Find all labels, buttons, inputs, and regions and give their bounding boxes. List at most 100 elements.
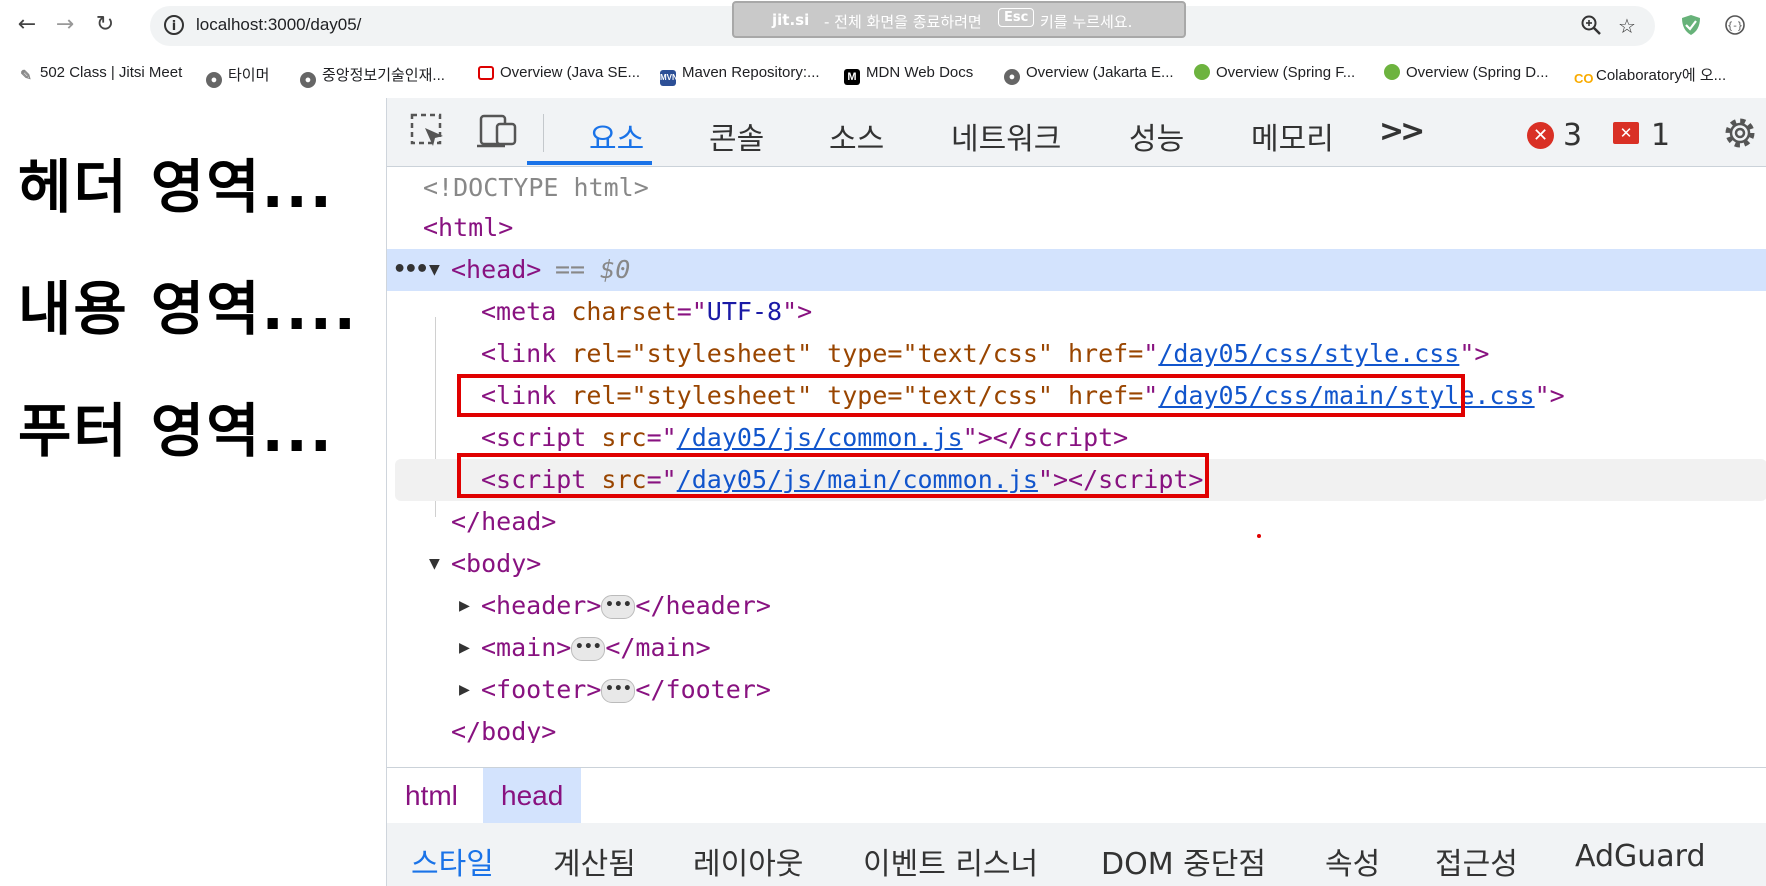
footer-close-tag: </footer> bbox=[635, 675, 771, 704]
main-open-tag: <main> bbox=[481, 633, 572, 662]
bookmark-java-se[interactable]: Overview (Java SE... bbox=[478, 64, 640, 81]
bookmark-jitsi[interactable]: ✎ 502 Class | Jitsi Meet bbox=[18, 64, 182, 83]
spring-icon bbox=[1194, 64, 1210, 80]
ellipsis-icon[interactable]: ••• bbox=[601, 595, 636, 619]
error-icon[interactable]: ✕ bbox=[1527, 122, 1554, 149]
main-close-tag: </main> bbox=[605, 633, 711, 662]
meta-tag: <meta bbox=[481, 297, 557, 326]
ellipsis-icon[interactable]: ••• bbox=[601, 679, 636, 703]
back-icon[interactable]: ← bbox=[12, 10, 42, 40]
tree-row-body-close[interactable]: </body> bbox=[387, 711, 1766, 743]
error-count[interactable]: 3 bbox=[1563, 118, 1582, 153]
bookmark-star-icon[interactable]: ☆ bbox=[1618, 14, 1636, 38]
bookmark-label: Overview (Jakarta E... bbox=[1026, 64, 1174, 81]
selected-node-marker: == $0 bbox=[555, 255, 631, 284]
colab-icon: CO bbox=[1574, 71, 1594, 86]
expand-triangle-icon[interactable]: ▼ bbox=[429, 543, 451, 585]
bookmark-jungang[interactable]: ● 중앙정보기술인재... bbox=[300, 64, 445, 88]
spring-icon bbox=[1384, 64, 1400, 80]
tree-row-main[interactable]: ▶ <main> ••• </main> bbox=[387, 627, 1766, 669]
globe-icon: ● bbox=[206, 72, 222, 88]
toast-message: - 전체 화면을 종료하려면 bbox=[824, 13, 982, 31]
inspect-element-icon[interactable] bbox=[409, 112, 449, 156]
breadcrumb: html head bbox=[387, 767, 1766, 824]
toast-brand: jit.si bbox=[772, 11, 810, 29]
tab-adguard[interactable]: AdGuard bbox=[1575, 839, 1706, 874]
tab-network[interactable]: 네트워크 bbox=[951, 114, 1061, 158]
footer-text: 푸터 영역... bbox=[18, 397, 334, 465]
globe-icon: ● bbox=[300, 72, 316, 88]
tree-row-html[interactable]: <html> bbox=[387, 207, 1766, 249]
tree-row-header[interactable]: ▶ <header> ••• </header> bbox=[387, 585, 1766, 627]
tree-row-doctype[interactable]: <!DOCTYPE html> bbox=[387, 167, 1766, 209]
bookmarks-bar: ✎ 502 Class | Jitsi Meet ● 타이머 ● 중앙정보기술인재..… bbox=[0, 50, 1766, 98]
extension-icon[interactable]: {-} bbox=[1724, 14, 1746, 36]
issues-icon[interactable]: ✕ bbox=[1613, 122, 1639, 144]
collapsed-triangle-icon[interactable]: ▶ bbox=[459, 585, 481, 627]
collapsed-triangle-icon[interactable]: ▶ bbox=[459, 669, 481, 711]
bookmark-spring-f[interactable]: Overview (Spring F... bbox=[1194, 64, 1355, 81]
devtools-panel: 요소 콘솔 소스 네트워크 성능 메모리 >> ✕ 3 ✕ 1 <!DOCTYP… bbox=[386, 98, 1766, 886]
toast-message-end: 키를 누르세요. bbox=[1040, 13, 1133, 31]
tab-dom-breakpoints[interactable]: DOM 중단점 bbox=[1101, 839, 1266, 883]
zoom-icon[interactable] bbox=[1580, 14, 1602, 41]
meta-attr: charset bbox=[571, 297, 677, 326]
active-tab-indicator bbox=[527, 161, 652, 165]
tab-properties[interactable]: 속성 bbox=[1325, 839, 1380, 883]
site-info-icon[interactable]: i bbox=[164, 15, 184, 35]
browser-toolbar: ← → ↻ i localhost:3000/day05/ ☆ jit.si -… bbox=[0, 0, 1766, 50]
script-src[interactable]: /day05/js/common.js bbox=[677, 423, 963, 452]
collapsed-triangle-icon[interactable]: ▶ bbox=[459, 627, 481, 669]
bookmark-maven[interactable]: MVN Maven Repository:... bbox=[660, 64, 820, 86]
forward-icon[interactable]: → bbox=[50, 10, 80, 40]
header-close-tag: </header> bbox=[635, 591, 771, 620]
tree-row-footer[interactable]: ▶ <footer> ••• </footer> bbox=[387, 669, 1766, 711]
styles-pane-tabs: 스타일 계산됨 레이아웃 이벤트 리스너 DOM 중단점 속성 접근성 AdGu… bbox=[387, 823, 1766, 886]
ellipsis-icon[interactable]: ••• bbox=[571, 637, 606, 661]
reload-icon[interactable]: ↻ bbox=[90, 10, 120, 40]
tree-row-head[interactable]: ••• ▼ <head> == $0 bbox=[387, 249, 1766, 291]
page-viewport: 헤더 영역... 내용 영역.... 푸터 영역... bbox=[0, 98, 386, 886]
expand-triangle-icon[interactable]: ▼ bbox=[429, 249, 451, 291]
tab-sources[interactable]: 소스 bbox=[829, 114, 884, 158]
devtools-tab-bar: 요소 콘솔 소스 네트워크 성능 메모리 >> ✕ 3 ✕ 1 bbox=[387, 98, 1766, 167]
tab-styles[interactable]: 스타일 bbox=[411, 839, 494, 883]
tree-row-meta[interactable]: <meta charset="UTF-8"> bbox=[387, 291, 1766, 333]
link-attrs: rel="stylesheet" type="text/css" href= bbox=[571, 339, 1144, 368]
mdn-icon: M bbox=[844, 69, 860, 85]
tree-row-link-style[interactable]: <link rel="stylesheet" type="text/css" h… bbox=[387, 333, 1766, 375]
settings-gear-icon[interactable] bbox=[1721, 114, 1759, 156]
bookmark-mdn[interactable]: M MDN Web Docs bbox=[844, 64, 973, 85]
tab-event-listeners[interactable]: 이벤트 리스너 bbox=[863, 839, 1038, 883]
more-tabs-icon[interactable]: >> bbox=[1379, 114, 1425, 149]
tab-computed[interactable]: 계산됨 bbox=[553, 839, 636, 883]
device-toolbar-icon[interactable] bbox=[477, 112, 521, 156]
elements-tree: <!DOCTYPE html> <html> ••• ▼ <head> == $… bbox=[387, 167, 1766, 767]
bookmark-timer[interactable]: ● 타이머 bbox=[206, 64, 269, 88]
tab-elements[interactable]: 요소 bbox=[589, 114, 644, 158]
tree-row-body[interactable]: ▼ <body> bbox=[387, 543, 1766, 585]
tab-accessibility[interactable]: 접근성 bbox=[1435, 839, 1518, 883]
tab-console[interactable]: 콘솔 bbox=[709, 114, 764, 158]
tab-layout[interactable]: 레이아웃 bbox=[693, 839, 803, 883]
tab-performance[interactable]: 성능 bbox=[1129, 114, 1184, 158]
bookmark-label: 타이머 bbox=[228, 67, 270, 84]
url-text[interactable]: localhost:3000/day05/ bbox=[196, 15, 361, 35]
footer-open-tag: <footer> bbox=[481, 675, 602, 704]
bookmark-label: Overview (Java SE... bbox=[500, 64, 641, 81]
tree-row-head-close[interactable]: </head> bbox=[387, 501, 1766, 543]
breadcrumb-html[interactable]: html bbox=[387, 768, 476, 823]
breadcrumb-head[interactable]: head bbox=[483, 768, 582, 823]
annotation-box bbox=[457, 374, 1465, 417]
bookmark-spring-d[interactable]: Overview (Spring D... bbox=[1384, 64, 1549, 81]
link-href[interactable]: /day05/css/style.css bbox=[1158, 339, 1459, 368]
bookmark-jakarta[interactable]: ● Overview (Jakarta E... bbox=[1004, 64, 1174, 85]
node-menu-ellipsis-icon[interactable]: ••• bbox=[393, 249, 429, 291]
tab-memory[interactable]: 메모리 bbox=[1251, 114, 1334, 158]
body-tag: <body> bbox=[451, 549, 542, 578]
head-tag: <head> bbox=[451, 255, 542, 284]
html-tag: <html> bbox=[423, 213, 514, 242]
adguard-shield-icon[interactable] bbox=[1680, 14, 1702, 36]
bookmark-colab[interactable]: CO Colaboratory에 오... bbox=[1574, 64, 1726, 87]
issue-count[interactable]: 1 bbox=[1651, 118, 1670, 153]
